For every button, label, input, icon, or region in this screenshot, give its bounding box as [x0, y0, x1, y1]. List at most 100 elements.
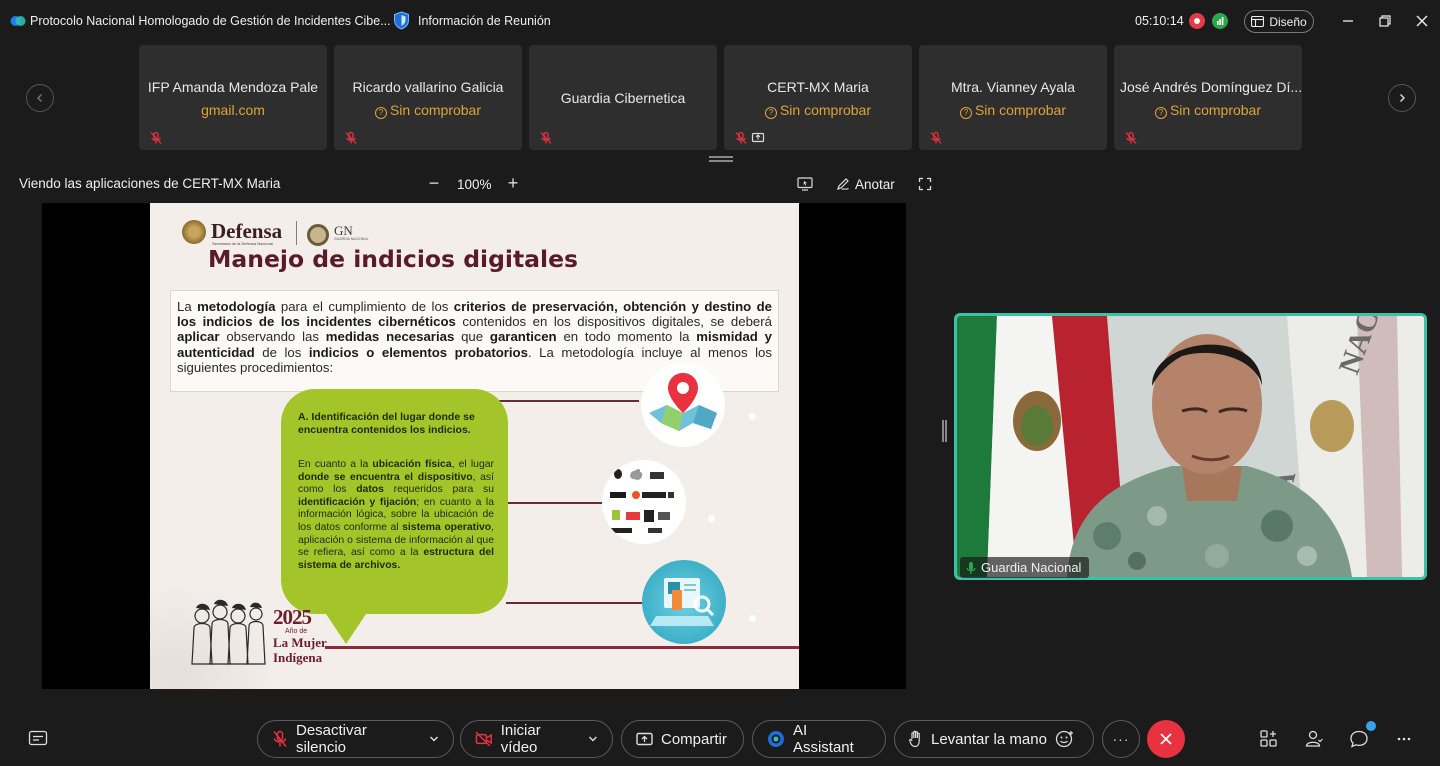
captions-icon[interactable] — [28, 730, 48, 748]
chat-notification-badge — [1366, 721, 1376, 731]
meeting-info-label: Información de Reunión — [418, 13, 551, 28]
intro-text-run: aplicar — [177, 329, 220, 345]
participant-tile[interactable]: Ricardo vallarino Galicia ? Sin comprobar — [334, 45, 522, 150]
unverified-icon: ? — [764, 107, 777, 119]
participant-tile[interactable]: CERT-MX Maria ? Sin comprobar — [724, 45, 912, 150]
indigenous-women-illustration — [191, 599, 266, 665]
chat-icon[interactable] — [1349, 729, 1369, 749]
strip-next-button[interactable] — [1388, 84, 1416, 112]
close-icon — [1416, 15, 1428, 27]
connector-line — [506, 502, 602, 504]
chevron-right-icon — [1400, 94, 1405, 102]
panel-resize-handle[interactable] — [942, 420, 947, 442]
year-indigena-text: Indígena — [273, 650, 323, 665]
shield-icon — [394, 11, 409, 30]
unverified-status: ? Sin comprobar — [334, 102, 522, 119]
reactions-icon[interactable] — [1055, 729, 1075, 749]
bubble-text-run: requeridos para su — [383, 484, 495, 496]
strip-prev-button[interactable] — [26, 84, 54, 112]
unverified-icon: ? — [374, 107, 387, 119]
mic-muted-icon — [735, 131, 747, 144]
meeting-info-button[interactable]: Información de Reunión — [393, 11, 551, 30]
chevron-left-icon — [37, 94, 42, 102]
ai-assistant-button[interactable]: AI Assistant — [752, 720, 886, 758]
speaker-name-tag: Guardia Nacional — [960, 557, 1090, 578]
apps-icon[interactable] — [1259, 729, 1279, 749]
guardia-nacional-seal-logo — [307, 224, 329, 246]
intro-text-run: La — [177, 299, 198, 314]
signal-bars-icon — [1217, 17, 1224, 25]
decorative-dot — [749, 413, 756, 420]
bubble-text-run: En cuanto a la — [298, 459, 373, 470]
raise-hand-button[interactable]: Levantar la mano — [894, 720, 1094, 758]
unverified-icon: ? — [1154, 107, 1167, 119]
fullscreen-button[interactable] — [918, 175, 932, 193]
layout-button[interactable]: Diseño — [1244, 10, 1314, 33]
unmute-button[interactable]: Desactivar silencio — [257, 720, 454, 758]
audio-connection-icon[interactable] — [1212, 13, 1228, 29]
connector-line — [495, 400, 639, 402]
ai-assistant-label: AI Assistant — [792, 722, 854, 756]
bubble-text-run: identificación y fijación — [298, 496, 417, 508]
screen-share-icon — [751, 132, 765, 143]
video-off-icon — [475, 731, 492, 747]
gn-logo-subtitle: GUARDIA NACIONAL — [334, 237, 369, 241]
operating-systems-illustration — [602, 460, 686, 544]
bubble-text-run: datos — [356, 484, 384, 496]
zoom-out-button[interactable]: − — [424, 174, 444, 194]
participants-icon[interactable] — [1304, 729, 1324, 749]
participant-tile[interactable]: IFP Amanda Mendoza Pale gmail.com — [139, 45, 327, 150]
chevron-down-icon[interactable] — [429, 734, 439, 744]
remote-control-button[interactable] — [797, 175, 813, 193]
share-label: Compartir — [661, 730, 727, 748]
start-video-button[interactable]: Iniciar vídeo — [460, 720, 613, 758]
intro-text-run: contenidos en los dispositivos digitales… — [455, 314, 772, 330]
strip-resize-handle[interactable] — [709, 156, 733, 162]
participant-tile[interactable]: José Andrés Domínguez Dí... ? Sin comprob… — [1114, 45, 1302, 150]
viewing-share-label: Viendo las aplicaciones de CERT-MX Maria — [19, 176, 281, 191]
participant-name: CERT-MX Maria — [767, 79, 869, 95]
slide-title: Manejo de indicios digitales — [208, 245, 579, 273]
leave-meeting-button[interactable] — [1147, 720, 1185, 758]
meeting-timer: 05:10:14 — [1135, 14, 1184, 28]
active-speaker-video[interactable]: NACI IA — [954, 313, 1427, 580]
procedure-a-heading: A. Identificación del lugar donde se enc… — [298, 411, 475, 436]
zoom-level: 100% — [457, 177, 492, 192]
intro-text-run: en todo momento la — [556, 329, 697, 345]
layout-label: Diseño — [1269, 14, 1307, 29]
logo-divider — [296, 221, 297, 245]
intro-text-run: de los — [254, 344, 309, 360]
bubble-tail — [322, 608, 370, 644]
annotate-button[interactable]: Anotar — [836, 175, 895, 193]
participant-tile[interactable]: Mtra. Vianney Ayala ? Sin comprobar — [919, 45, 1107, 150]
intro-text-run: medidas necesarias — [325, 329, 455, 345]
zoom-in-button[interactable]: + — [503, 174, 523, 194]
raise-hand-label: Levantar la mano — [931, 730, 1047, 748]
recording-icon[interactable] — [1189, 13, 1205, 29]
document-search-icon — [650, 578, 715, 626]
speaker-name: Guardia Nacional — [981, 560, 1082, 575]
intro-text-run: indicios o elementos probatorios — [308, 344, 528, 360]
intro-text-run: observando las — [219, 329, 326, 345]
more-options-button[interactable]: ··· — [1102, 720, 1140, 758]
restore-button[interactable] — [1375, 11, 1395, 31]
start-video-label: Iniciar vídeo — [500, 722, 541, 756]
window-title: Protocolo Nacional Homologado de Gestión… — [30, 14, 391, 28]
unverified-status: ? Sin comprobar — [1114, 102, 1302, 119]
bubble-text-run: ubicación física — [372, 459, 452, 470]
chevron-down-icon[interactable] — [588, 734, 598, 744]
hand-icon — [909, 730, 920, 748]
procedure-a-bubble: A. Identificación del lugar donde se enc… — [281, 389, 508, 614]
intro-text-run: para el cumplimiento de los — [275, 299, 454, 314]
participant-name: José Andrés Domínguez Dí... — [1120, 79, 1302, 95]
mic-muted-icon — [273, 730, 287, 747]
decorative-dot — [708, 515, 715, 522]
share-button[interactable]: Compartir — [621, 720, 744, 758]
intro-text-run: metodología — [197, 299, 276, 314]
restore-icon — [1379, 15, 1391, 27]
minimize-button[interactable] — [1338, 11, 1358, 31]
participant-tile[interactable]: Guardia Cibernetica — [529, 45, 717, 150]
close-window-button[interactable] — [1412, 11, 1432, 31]
more-panels-icon[interactable] — [1394, 729, 1414, 749]
more-options-label: ··· — [1112, 731, 1130, 747]
